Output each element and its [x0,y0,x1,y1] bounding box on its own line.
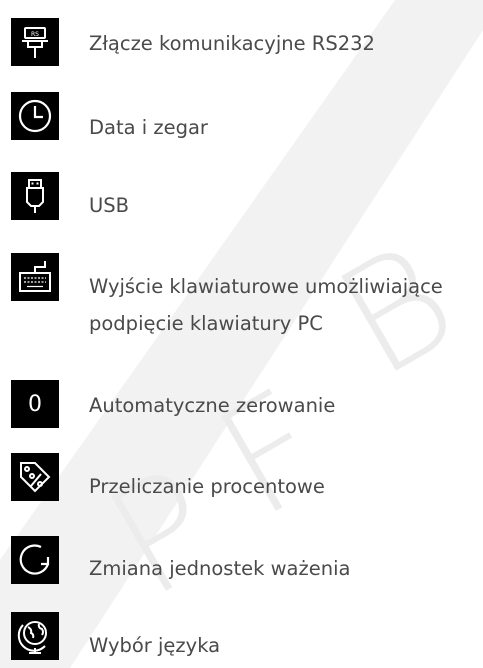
feature-label: Automatyczne zerowanie [89,394,336,417]
zero-glyph: 0 [28,391,42,417]
keyboard-icon [11,253,59,301]
percent-tag-icon [11,453,59,501]
usb-icon [11,172,59,220]
rs232-connector-icon: RS [11,18,59,66]
feature-label: Przeliczanie procentowe [89,475,325,498]
feature-label: Złącze komunikacyjne RS232 [89,32,375,55]
watermark-letter-f: F [191,357,353,551]
feature-label: Zmiana jednostek ważenia [89,557,351,580]
feature-label-line2: podpięcie klawiatury PC [89,312,323,335]
feature-label-line1: Wyjście klawiaturowe umożliwiające [89,275,443,298]
watermark-letter-p: P [81,435,246,631]
clock-icon [11,92,59,140]
zero-icon: 0 [11,380,59,428]
feature-label: Data i zegar [89,116,208,139]
feature-label: Wybór języka [89,634,221,657]
rotate-arrow-icon [11,536,59,584]
watermark-letter-b: B [311,211,483,411]
feature-label: USB [89,194,130,217]
svg-text:RS: RS [31,31,39,38]
globe-icon [11,612,59,660]
